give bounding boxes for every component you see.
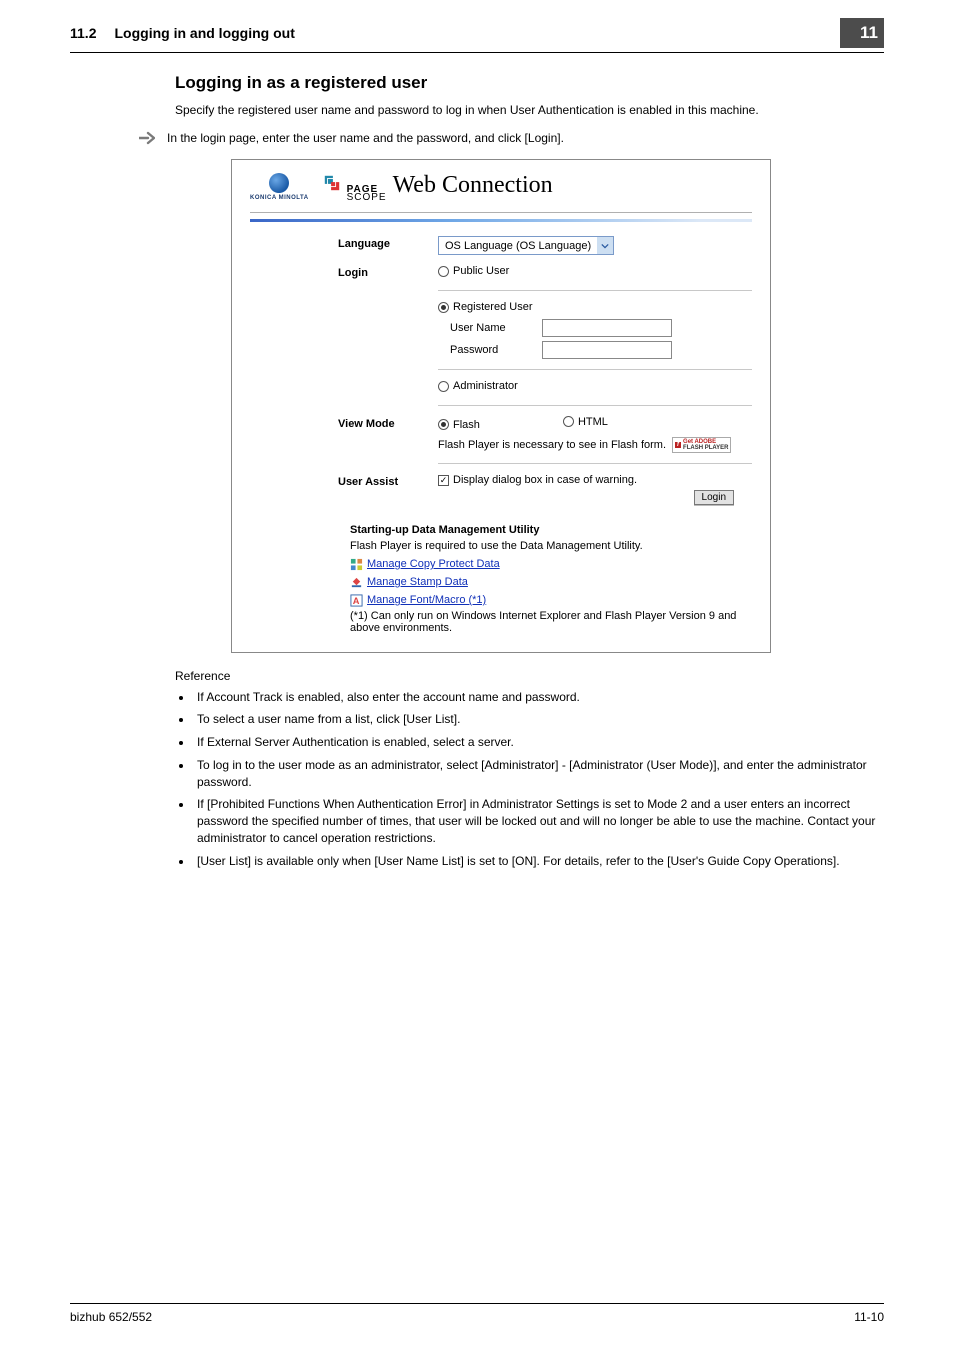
font-icon: A [350, 594, 363, 607]
link-manage-stamp[interactable]: Manage Stamp Data [350, 576, 468, 589]
radio-administrator[interactable]: Administrator [438, 380, 518, 392]
grid-icon [350, 558, 363, 571]
password-input[interactable] [542, 341, 672, 359]
user-name-input[interactable] [542, 319, 672, 337]
utility-title: Starting-up Data Management Utility [350, 524, 752, 536]
user-assist-label: User Assist [338, 474, 438, 488]
section-number: 11.2 [70, 25, 96, 41]
stamp-icon [350, 576, 363, 589]
radio-public-user[interactable]: Public User [438, 265, 509, 277]
footer-right: 11-10 [854, 1310, 884, 1324]
reference-item: [User List] is available only when [User… [193, 853, 884, 870]
radio-registered-user-label: Registered User [453, 301, 532, 313]
konica-minolta-logo: KONICA MINOLTA [250, 173, 309, 201]
checkbox-warning-dialog-label: Display dialog box in case of warning. [453, 474, 637, 486]
reference-item: To log in to the user mode as an adminis… [193, 757, 884, 791]
login-button[interactable]: Login [694, 490, 734, 505]
arrow-icon [139, 131, 167, 145]
link-manage-copy-protect[interactable]: Manage Copy Protect Data [350, 558, 500, 571]
view-mode-label: View Mode [338, 416, 438, 464]
radio-registered-user[interactable]: Registered User [438, 301, 532, 313]
reference-label: Reference [175, 669, 884, 683]
radio-administrator-label: Administrator [453, 380, 518, 392]
reference-item: If [Prohibited Functions When Authentica… [193, 796, 884, 846]
login-screenshot: KONICA MINOLTA PAGE SCOPE Web Connection [231, 159, 771, 653]
radio-html[interactable]: HTML [563, 416, 608, 428]
flash-badge-line2: FLASH PLAYER [683, 445, 728, 451]
reference-item: If External Server Authentication is ena… [193, 734, 884, 751]
link-manage-copy-protect-label: Manage Copy Protect Data [367, 558, 500, 570]
page-footer: bizhub 652/552 11-10 [70, 1303, 884, 1324]
radio-html-label: HTML [578, 416, 608, 428]
reference-list: If Account Track is enabled, also enter … [175, 689, 884, 870]
radio-flash[interactable]: Flash [438, 419, 480, 431]
radio-public-user-label: Public User [453, 265, 509, 277]
radio-flash-label: Flash [453, 419, 480, 431]
flash-f-icon: f [675, 442, 681, 448]
header-rule [70, 52, 884, 53]
language-label: Language [338, 236, 438, 255]
pagescope-logo: PAGE SCOPE Web Connection [323, 172, 553, 202]
step-row: In the login page, enter the user name a… [175, 131, 884, 145]
step-text: In the login page, enter the user name a… [167, 131, 564, 145]
brand-text: KONICA MINOLTA [250, 195, 309, 201]
svg-text:A: A [353, 596, 360, 606]
flash-player-badge[interactable]: f Get ADOBE FLASH PLAYER [672, 437, 731, 453]
login-label: Login [338, 265, 438, 406]
reference-item: If Account Track is enabled, also enter … [193, 689, 884, 706]
reference-item: To select a user name from a list, click… [193, 711, 884, 728]
chapter-box: 11 [840, 18, 884, 48]
link-manage-font-macro-label: Manage Font/Macro (*1) [367, 594, 486, 606]
password-label: Password [450, 344, 520, 356]
flash-note: Flash Player is necessary to see in Flas… [438, 439, 666, 451]
footer-left: bizhub 652/552 [70, 1310, 152, 1324]
globe-icon [269, 173, 289, 193]
pagescope-bottom: SCOPE [347, 194, 387, 202]
link-manage-font-macro[interactable]: A Manage Font/Macro (*1) [350, 594, 486, 607]
language-select[interactable]: OS Language (OS Language) [438, 236, 614, 255]
utility-line: Flash Player is required to use the Data… [350, 540, 752, 552]
intro-paragraph: Specify the registered user name and pas… [175, 101, 884, 119]
section-title: Logging in and logging out [114, 25, 840, 41]
heading-registered-user: Logging in as a registered user [175, 73, 884, 93]
chevron-down-icon [597, 237, 613, 254]
language-select-value: OS Language (OS Language) [439, 240, 597, 252]
utility-note: (*1) Can only run on Windows Internet Ex… [350, 610, 740, 634]
page-header: 11.2 Logging in and logging out 11 [70, 0, 884, 48]
pagescope-icon [323, 174, 341, 192]
checkbox-warning-dialog[interactable]: ✓Display dialog box in case of warning. [438, 474, 637, 486]
gradient-rule [250, 219, 752, 222]
user-name-label: User Name [450, 322, 520, 334]
web-connection-title: Web Connection [393, 172, 553, 199]
link-manage-stamp-label: Manage Stamp Data [367, 576, 468, 588]
